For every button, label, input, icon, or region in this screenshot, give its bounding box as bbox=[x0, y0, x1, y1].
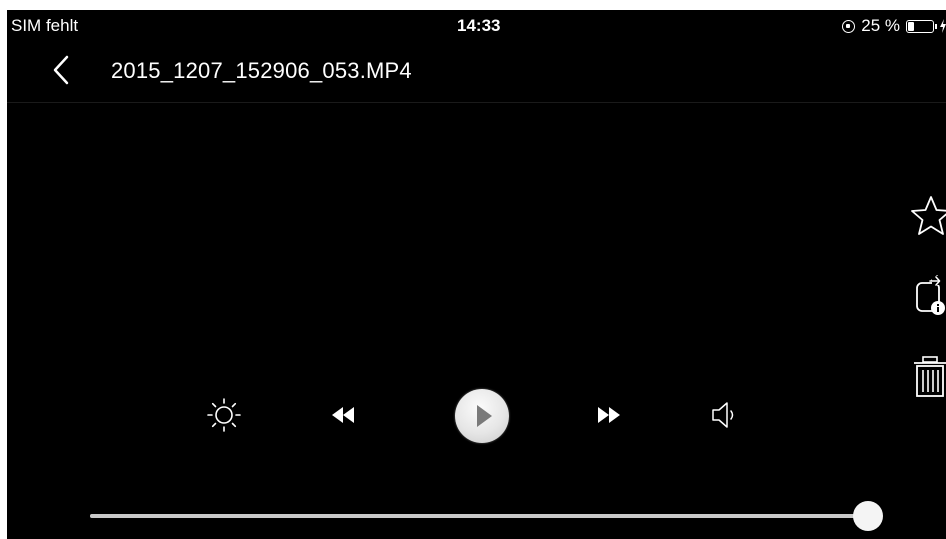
battery-percentage: 25 % bbox=[861, 16, 900, 35]
play-button[interactable] bbox=[455, 389, 509, 443]
rewind-button[interactable] bbox=[323, 400, 363, 430]
volume-button[interactable] bbox=[707, 397, 747, 433]
progress-track bbox=[90, 514, 880, 518]
rewind-icon bbox=[332, 407, 354, 423]
fast-forward-button[interactable] bbox=[589, 400, 629, 430]
delete-button[interactable] bbox=[908, 354, 946, 400]
status-bar: SIM fehlt 14:33 25 % bbox=[7, 10, 946, 42]
battery-level bbox=[908, 21, 914, 31]
status-time: 14:33 bbox=[457, 16, 501, 35]
nav-bar: 2015_1207_152906_053.MP4 bbox=[7, 42, 946, 103]
brightness-icon bbox=[207, 398, 241, 432]
favorite-button[interactable] bbox=[908, 193, 946, 239]
chevron-left-icon bbox=[53, 55, 69, 85]
progress-thumb[interactable] bbox=[853, 501, 884, 531]
play-icon bbox=[477, 405, 492, 427]
trash-icon bbox=[914, 356, 946, 397]
rotate-button[interactable] bbox=[908, 272, 946, 318]
brightness-button[interactable] bbox=[204, 395, 244, 435]
carrier-label: SIM fehlt bbox=[11, 16, 79, 35]
rotation-lock-icon bbox=[842, 19, 856, 33]
battery-icon bbox=[906, 19, 937, 33]
progress-fill bbox=[90, 514, 869, 518]
speaker-icon bbox=[712, 402, 734, 428]
progress-slider[interactable] bbox=[90, 501, 884, 531]
status-indicators: 25 % bbox=[842, 16, 946, 36]
file-name-title: 2015_1207_152906_053.MP4 bbox=[111, 58, 412, 83]
rotate-info-icon bbox=[916, 275, 945, 315]
back-button[interactable] bbox=[49, 54, 73, 86]
fast-forward-icon bbox=[598, 407, 620, 423]
video-player-screen: SIM fehlt 14:33 25 % 2015_1207_152906_05… bbox=[7, 10, 946, 539]
star-outline-icon bbox=[911, 196, 946, 235]
charging-icon bbox=[940, 19, 946, 33]
